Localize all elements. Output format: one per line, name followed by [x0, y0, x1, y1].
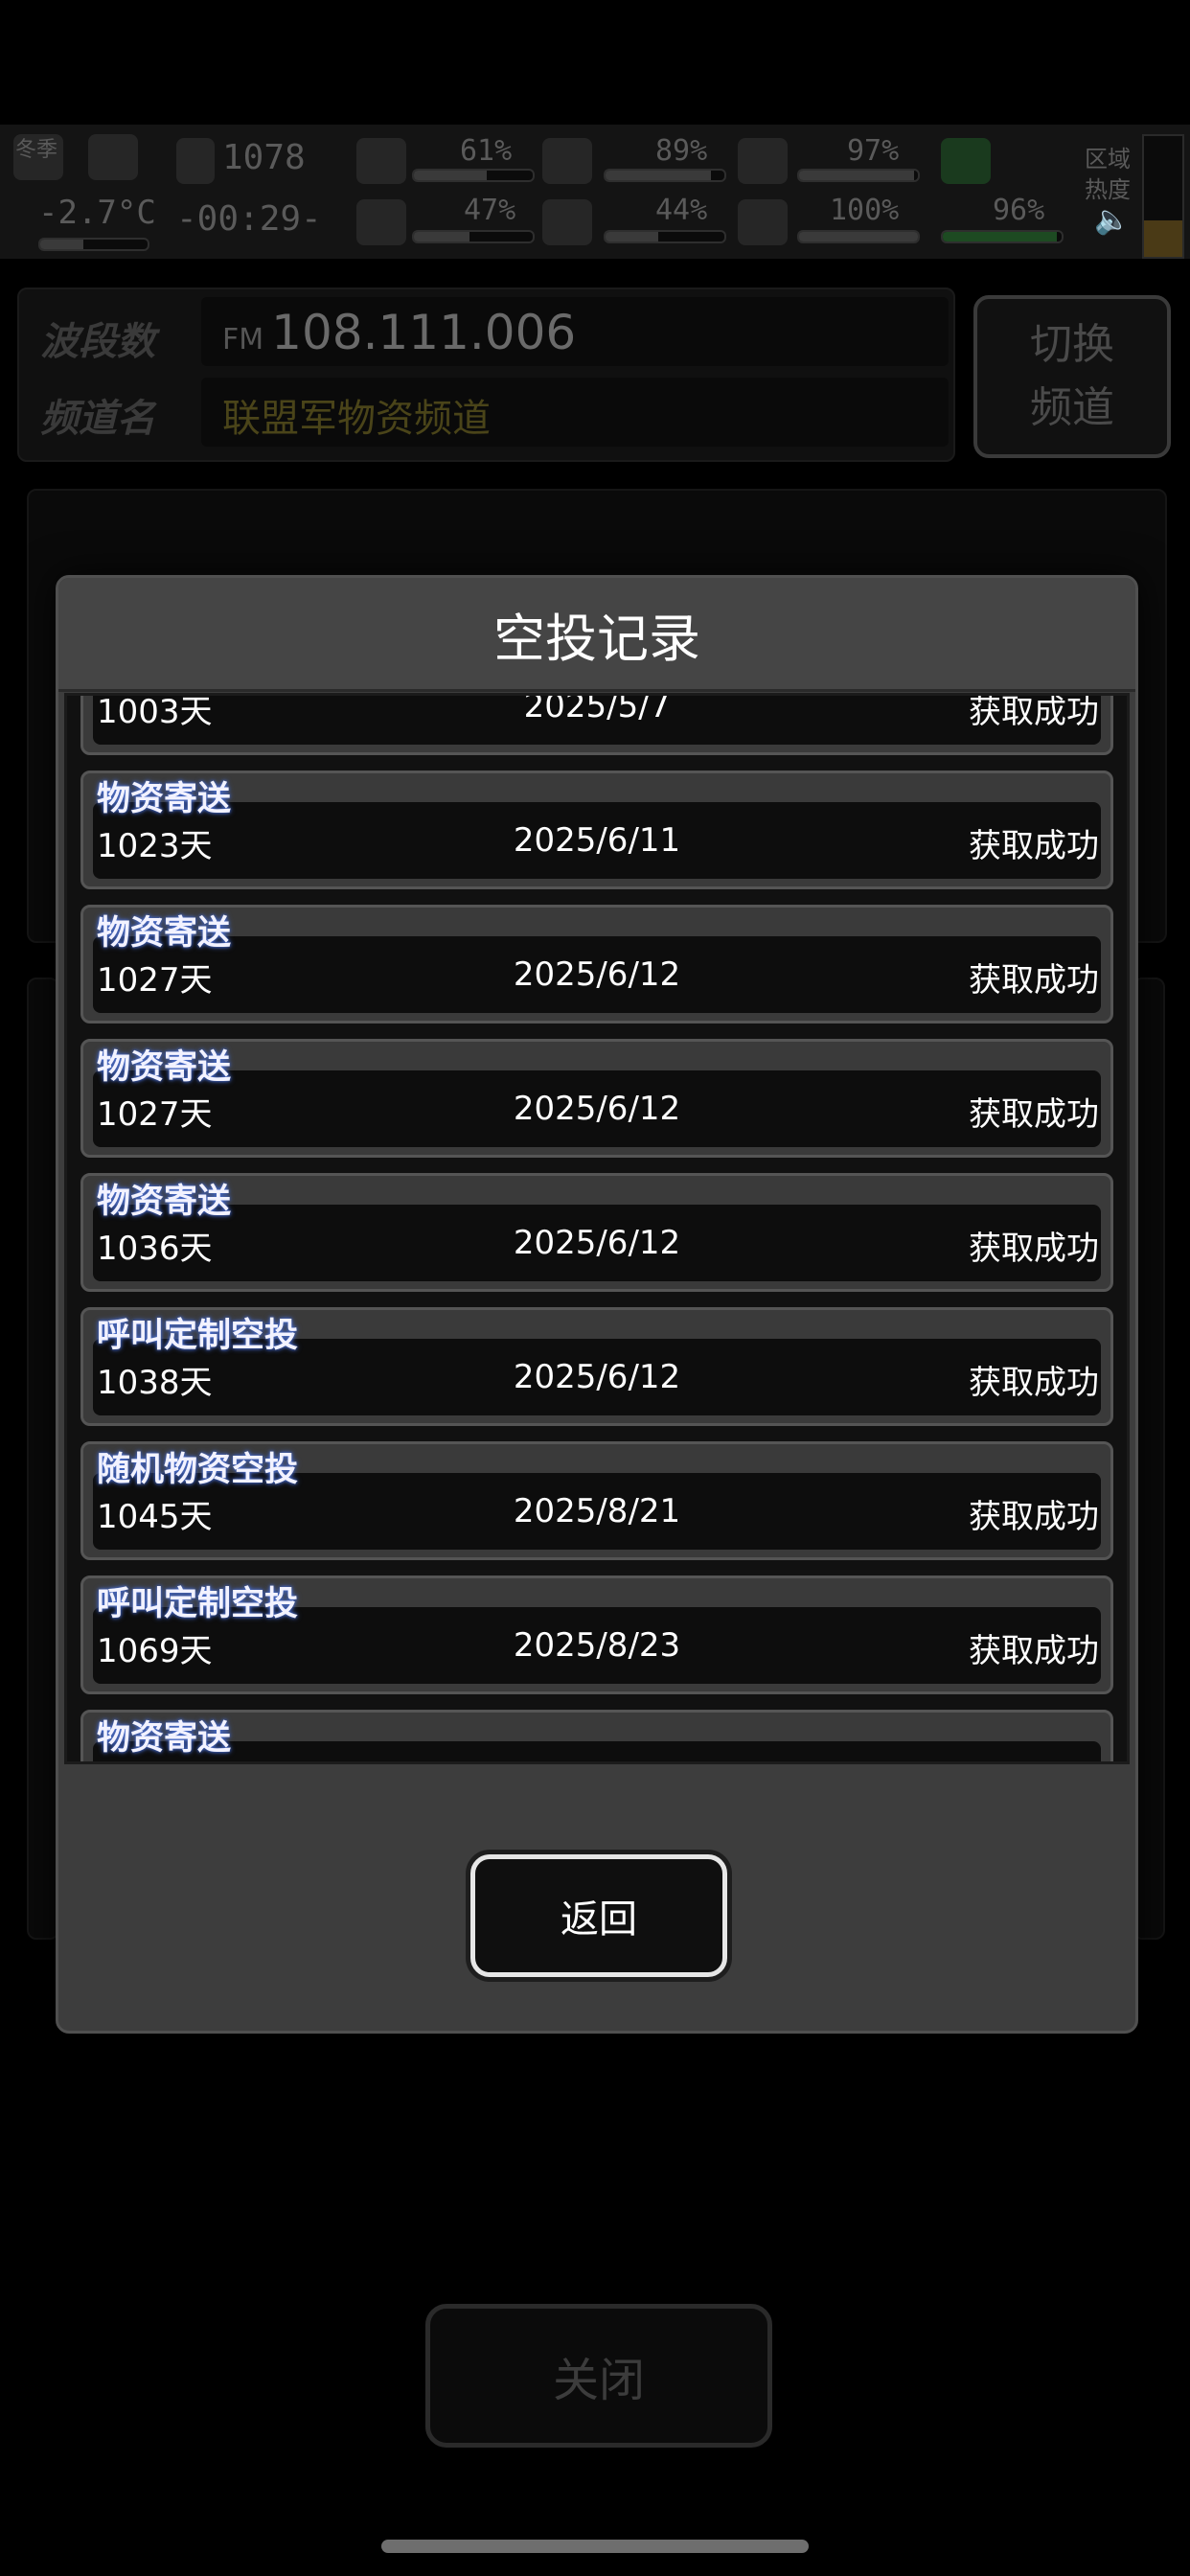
stamina-bar: [941, 230, 1064, 243]
record-date: 2025/8/21: [513, 1492, 681, 1530]
season-label: 冬季: [15, 138, 58, 162]
record-status: 获取成功: [969, 827, 1099, 865]
calendar-icon: [176, 138, 215, 184]
cloud-moon-icon: [88, 134, 138, 180]
record-status: 获取成功: [969, 1364, 1099, 1402]
back-button[interactable]: 返回: [470, 1854, 727, 1977]
region-heat-meter: [1142, 134, 1184, 259]
status-hud: 冬季 -2.7°C 1078 -00:29- 61% 89% 97% 47% 4…: [0, 125, 1190, 259]
record-date: 2025/6/12: [513, 1224, 681, 1262]
pill-icon: [738, 138, 788, 184]
record-row: 随机物资空投 1045天 2025/8/21 获取成功: [80, 1441, 1113, 1560]
water-drop-icon: [542, 199, 592, 245]
record-date: 2025/8/23: [83, 1760, 1110, 1761]
record-status: 获取成功: [969, 1230, 1099, 1268]
record-status: 获取成功: [969, 961, 1099, 1000]
frequency-readout: FM 108.111.006: [222, 305, 577, 360]
stomach-icon: [542, 138, 592, 184]
record-date: 2025/6/12: [513, 955, 681, 994]
record-type: 物资寄送: [97, 1719, 232, 1758]
record-type: 物资寄送: [97, 1048, 232, 1087]
record-type: 随机物资空投: [97, 1451, 299, 1489]
mood-bar: [797, 230, 920, 243]
record-status: 获取成功: [969, 1759, 1099, 1761]
hunger-bar: [604, 169, 726, 182]
mood-value: 100%: [830, 194, 900, 227]
thirst-bar: [604, 230, 726, 243]
record-row: 物资寄送 1027天 2025/6/12 获取成功: [80, 1039, 1113, 1158]
close-button[interactable]: 关闭: [425, 2304, 772, 2448]
sanity-value: 47%: [464, 194, 516, 227]
medicine-value: 97%: [847, 134, 900, 168]
temperature-bar: [38, 238, 149, 251]
thirst-value: 44%: [655, 194, 708, 227]
speaker-icon[interactable]: 🔈: [1094, 203, 1130, 237]
stamina-value: 96%: [993, 194, 1045, 227]
health-value: 61%: [460, 134, 513, 168]
record-type: 物资寄送: [97, 1183, 232, 1221]
record-row: 呼叫定制空投 1069天 2025/8/23 获取成功: [80, 1576, 1113, 1694]
record-row: 1003天 2025/5/7 获取成功: [80, 693, 1113, 755]
band-label: 波段数: [40, 320, 155, 364]
dialog-title: 空投记录: [58, 578, 1135, 692]
region-heat-label: 区域热度: [1085, 146, 1131, 203]
record-status: 获取成功: [969, 1095, 1099, 1134]
record-date: 2025/6/11: [513, 821, 681, 860]
record-row: 呼叫定制空投 1038天 2025/6/12 获取成功: [80, 1307, 1113, 1426]
record-date: 2025/8/23: [513, 1626, 681, 1665]
hunger-value: 89%: [655, 134, 708, 168]
airdrop-record-dialog: 空投记录 1003天 2025/5/7 获取成功 物资寄送 1023天 2025/6/11…: [56, 575, 1138, 2034]
radio-panel: 波段数 频道名 FM 108.111.006 联盟军物资频道: [17, 288, 955, 462]
sanity-bar: [412, 230, 535, 243]
record-type: 呼叫定制空投: [97, 1585, 299, 1623]
medkit-icon: [356, 138, 406, 184]
record-row: 物资寄送 1027天 2025/6/12 获取成功: [80, 905, 1113, 1024]
record-date: 2025/5/7: [523, 693, 671, 725]
record-row: 物资寄送 1023天 2025/6/11 获取成功: [80, 770, 1113, 889]
heart-icon: [738, 199, 788, 245]
channel-name: 联盟军物资频道: [222, 397, 491, 441]
clock-readout: -00:29-: [176, 199, 322, 239]
record-status: 获取成功: [969, 693, 1099, 731]
temperature-readout: -2.7°C: [38, 194, 156, 232]
brain-icon: [356, 199, 406, 245]
record-date: 2025/6/12: [513, 1090, 681, 1128]
record-status: 获取成功: [969, 1498, 1099, 1536]
record-type: 物资寄送: [97, 914, 232, 953]
record-row: 物资寄送 1036天 2025/6/12 获取成功: [80, 1173, 1113, 1292]
fm-antenna-icon: FM: [222, 323, 264, 356]
channel-label: 频道名: [40, 397, 155, 441]
boot-icon: [941, 138, 991, 184]
record-status: 获取成功: [969, 1632, 1099, 1670]
record-row: 物资寄送1077天2025/8/23获取成功: [80, 1710, 1113, 1761]
record-list[interactable]: 1003天 2025/5/7 获取成功 物资寄送 1023天 2025/6/11 获取成功物…: [64, 693, 1130, 1764]
switch-channel-button[interactable]: 切换频道: [973, 295, 1171, 458]
health-bar: [412, 169, 535, 182]
day-counter: 1078: [222, 138, 306, 177]
medicine-bar: [797, 169, 920, 182]
home-indicator[interactable]: [381, 2540, 809, 2553]
record-type: 物资寄送: [97, 780, 232, 818]
record-type: 呼叫定制空投: [97, 1317, 299, 1355]
record-date: 2025/6/12: [513, 1358, 681, 1396]
record-day: 1077天: [97, 1759, 213, 1761]
